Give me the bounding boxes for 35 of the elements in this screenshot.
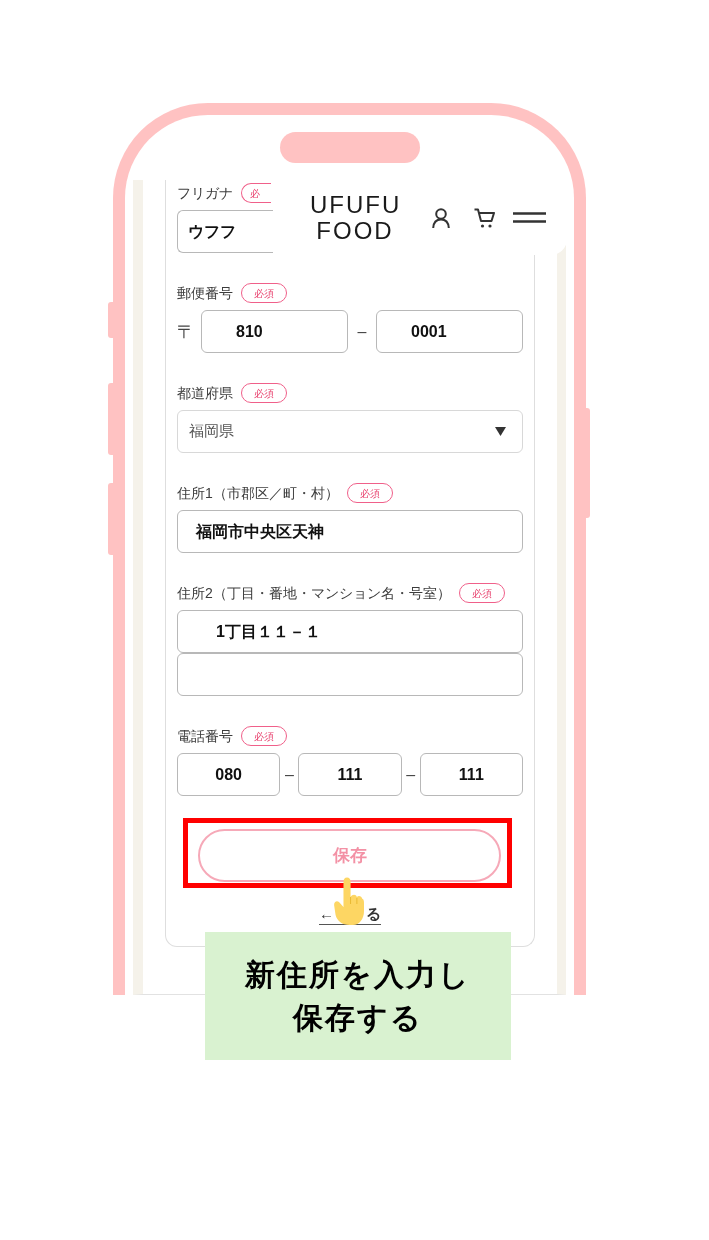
text-field[interactable]: 0001	[376, 310, 523, 353]
back-link[interactable]: る	[366, 903, 381, 925]
dash: –	[356, 321, 368, 342]
required-badge: 必須	[241, 283, 287, 303]
field-label: 都道府県	[177, 384, 233, 403]
text-field[interactable]: 1丁目１１－１	[177, 610, 523, 653]
required-badge: 必須	[346, 483, 393, 503]
postal-symbol: 〒	[177, 322, 193, 341]
dash: –	[405, 764, 417, 785]
text-field[interactable]	[177, 653, 523, 696]
caption-text: 保存する	[293, 1000, 423, 1036]
text-field[interactable]: 福岡市中央区天神	[177, 510, 523, 553]
caption-text: 新住所を入力し	[245, 957, 471, 993]
dropdown-caret-icon	[495, 427, 506, 436]
field-label: 郵便番号	[177, 284, 233, 303]
pointing-hand-icon	[334, 877, 364, 925]
user-icon[interactable]	[432, 207, 450, 228]
text-field[interactable]: 111	[298, 753, 402, 796]
required-badge: 必須	[458, 583, 505, 603]
field-label: 住所2（丁目・番地・マンション名・号室）	[177, 584, 451, 603]
text-field[interactable]: 810	[201, 310, 348, 353]
dash: –	[283, 764, 295, 785]
required-badge: 必須	[241, 726, 287, 746]
field-label: 電話番号	[177, 727, 233, 746]
required-badge: 必須	[241, 383, 287, 403]
text-field[interactable]: ウフフ	[177, 210, 273, 253]
field-label: フリガナ	[177, 184, 233, 203]
required-badge: 必	[241, 183, 271, 203]
field-label: 住所1（市郡区／町・村）	[177, 484, 339, 503]
menu-icon[interactable]	[513, 212, 546, 223]
prefecture-select[interactable]: 福岡県	[177, 410, 523, 453]
logo[interactable]: UFUFU FOOD	[310, 191, 400, 244]
cart-icon[interactable]	[474, 207, 495, 228]
text-field[interactable]: 080	[177, 753, 281, 796]
text-field[interactable]: 111	[419, 753, 523, 796]
